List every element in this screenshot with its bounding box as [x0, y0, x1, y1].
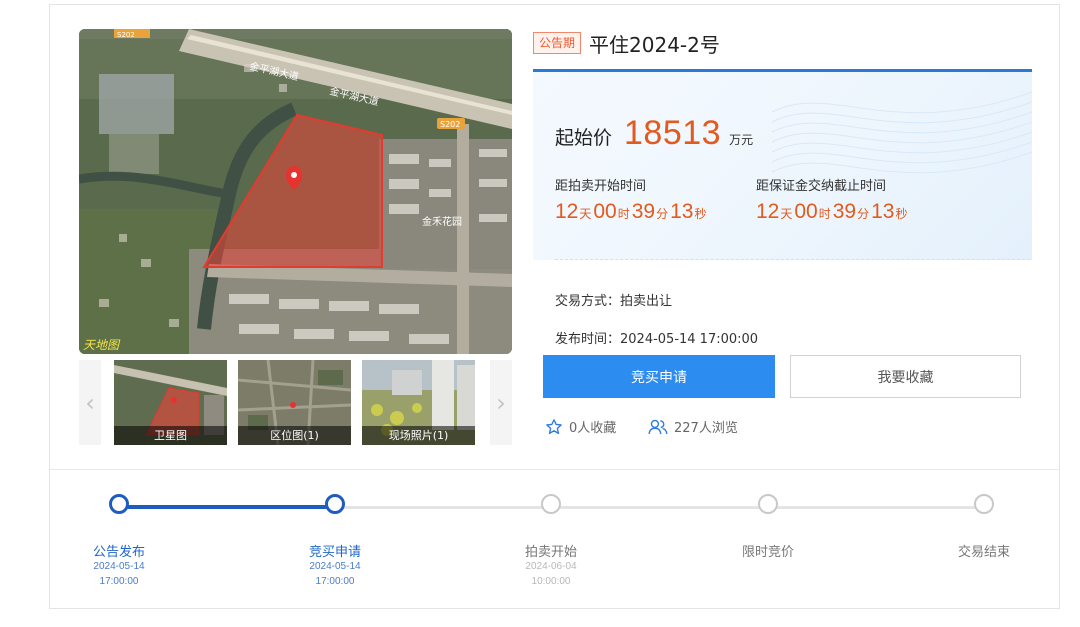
tianditu-watermark: 天地图: [83, 338, 121, 352]
publish-time: 发布时间：2024-05-14 17:00:00: [555, 332, 759, 347]
apply-bid-button[interactable]: 竞买申请: [543, 355, 775, 398]
progress-track-completed: [119, 505, 335, 509]
thumbnail-satellite[interactable]: 卫星图: [114, 360, 227, 445]
progress-step-date: 2024-06-04: [525, 561, 577, 572]
dashed-divider: [555, 259, 1030, 260]
thumbnail-location-map[interactable]: 区位图(1): [238, 360, 351, 445]
status-badge: 公告期: [533, 32, 582, 54]
deposit-deadline-countdown: 距保证金交纳截止时间 12天00时39分13秒: [756, 175, 910, 224]
add-favorite-button[interactable]: 我要收藏: [790, 355, 1021, 398]
progress-step-label: 交易结束: [957, 545, 1010, 560]
thumbnail-site-photo[interactable]: 现场照片(1): [362, 360, 475, 445]
place-label: 金禾花园: [422, 215, 462, 228]
price-unit: 万元: [729, 133, 754, 147]
route-badge: S202: [440, 120, 460, 129]
price-panel: 起始价 18513 万元 距拍卖开始时间 12天00时39分13秒 距保证金交纳…: [533, 72, 1032, 260]
trade-method: 交易方式：拍卖出让: [555, 294, 673, 309]
thumbnail-caption: 区位图(1): [238, 426, 351, 445]
next-thumbnail-button[interactable]: ›: [490, 360, 512, 445]
satellite-map: 金平湖大道 金平湖大道 S202 S202 金禾花园 天地图: [79, 29, 512, 354]
progress-step-label: 公告发布: [92, 545, 145, 560]
progress-step-time: 17:00:00: [99, 576, 139, 587]
chevron-left-icon: ‹: [85, 388, 95, 417]
section-divider: [50, 469, 1059, 470]
thumbnail-caption: 卫星图: [114, 426, 227, 445]
price-value: 18513: [624, 114, 722, 152]
progress-step-node: [758, 494, 778, 514]
thumbnail-gallery: ‹ 卫星图 区位图(1) 现场照片(1) ›: [79, 360, 512, 445]
favorites-count: 0人收藏: [569, 421, 617, 436]
users-icon: [648, 419, 668, 434]
prev-thumbnail-button[interactable]: ‹: [79, 360, 101, 445]
views-stat: 227人浏览: [648, 417, 738, 436]
countdown-value: 12天00时39分13秒: [555, 200, 707, 223]
countdown-label: 距拍卖开始时间: [555, 179, 647, 194]
auction-start-countdown: 距拍卖开始时间 12天00时39分13秒: [555, 175, 709, 224]
progress-step-time: 17:00:00: [315, 576, 355, 587]
progress-step-node: [325, 494, 345, 514]
thumbnail-caption: 现场照片(1): [362, 426, 475, 445]
progress-step-label: 限时竞价: [741, 545, 794, 560]
progress-step-node: [541, 494, 561, 514]
progress-step-label: 竞买申请: [308, 545, 361, 560]
countdown-value: 12天00时39分13秒: [756, 200, 908, 223]
countdown-label: 距保证金交纳截止时间: [756, 179, 887, 194]
chevron-right-icon: ›: [496, 388, 506, 417]
progress-step-date: 2024-05-14: [93, 561, 145, 572]
progress-step-node: [109, 494, 129, 514]
progress-step-label: 拍卖开始: [524, 545, 577, 560]
progress-step-time: 10:00:00: [531, 576, 571, 587]
listing-title: 平住2024-2号: [589, 32, 720, 57]
title-row: 公告期 平住2024-2号: [533, 29, 720, 57]
main-satellite-image[interactable]: 金平湖大道 金平湖大道 S202 S202 金禾花园 天地图: [79, 29, 512, 354]
starting-price: 起始价 18513 万元: [555, 114, 753, 153]
star-icon: [546, 418, 562, 434]
favorites-stat[interactable]: 0人收藏: [545, 417, 616, 436]
views-count: 227人浏览: [674, 421, 738, 436]
progress-step-node: [974, 494, 994, 514]
decorative-waves: [772, 91, 1032, 174]
progress-step-date: 2024-05-14: [309, 561, 361, 572]
price-label: 起始价: [555, 127, 613, 149]
route-badge: S202: [117, 31, 135, 39]
